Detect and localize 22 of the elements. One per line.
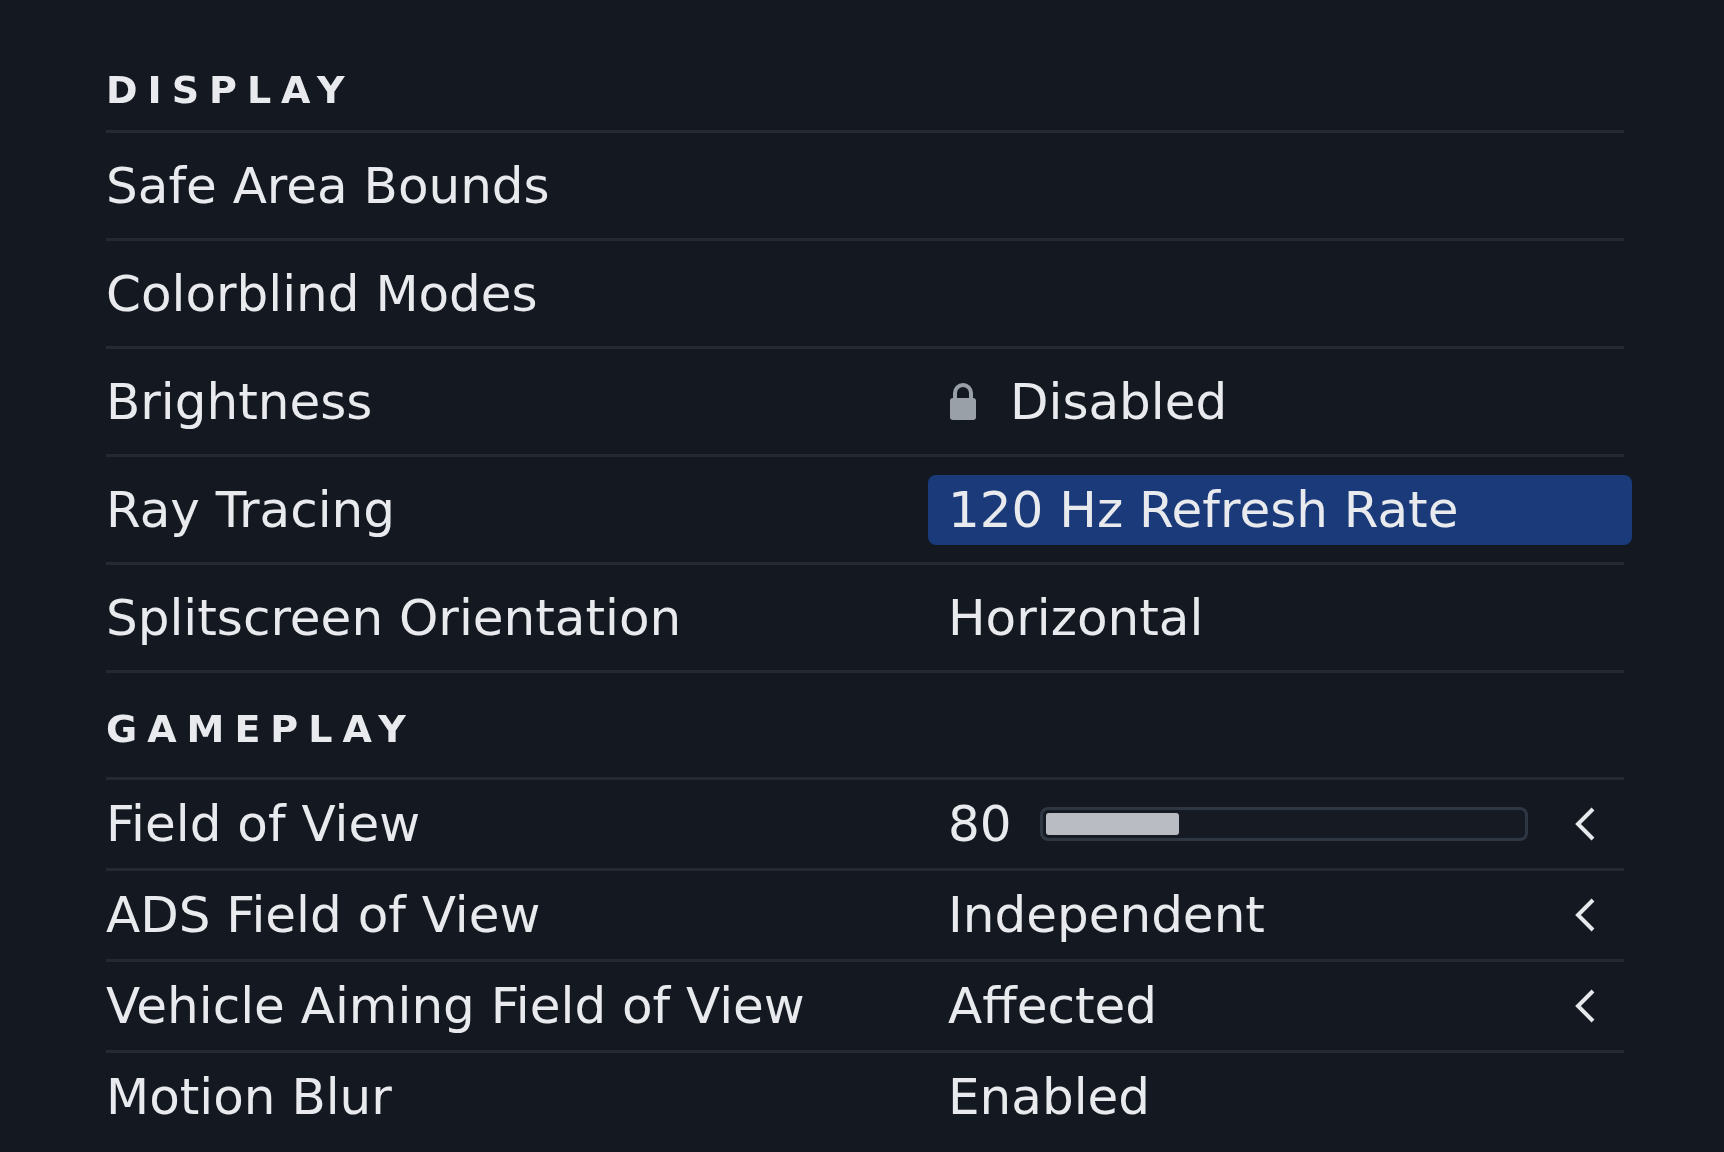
section-heading: GAMEPLAY [106, 673, 1624, 780]
setting-label[interactable]: Brightness [106, 372, 928, 431]
setting-label[interactable]: Colorblind Modes [106, 264, 928, 323]
section-heading: DISPLAY [106, 50, 1624, 133]
chevron-left-icon[interactable] [1574, 806, 1596, 842]
setting-value[interactable]: Horizontal [948, 588, 1204, 647]
setting-value[interactable]: 120 Hz Refresh Rate [928, 474, 1632, 545]
setting-label[interactable]: Field of View [106, 795, 928, 853]
setting-label[interactable]: Safe Area Bounds [106, 156, 928, 215]
chevron-left-icon[interactable] [1574, 988, 1596, 1024]
setting-label[interactable]: Splitscreen Orientation [106, 588, 928, 647]
setting-label[interactable]: ADS Field of View [106, 886, 928, 944]
chevron-left-icon[interactable] [1574, 897, 1596, 933]
setting-value: 80 [948, 795, 1012, 853]
setting-label[interactable]: Ray Tracing [106, 480, 928, 539]
setting-value[interactable]: Disabled [1010, 372, 1228, 431]
slider-track[interactable] [1039, 807, 1528, 841]
setting-label[interactable]: Motion Blur [106, 1068, 928, 1126]
setting-value[interactable]: Affected [948, 977, 1157, 1035]
setting-value[interactable]: Enabled [948, 1068, 1151, 1126]
setting-value[interactable]: Independent [948, 886, 1265, 944]
setting-label[interactable]: Vehicle Aiming Field of View [106, 977, 928, 1035]
